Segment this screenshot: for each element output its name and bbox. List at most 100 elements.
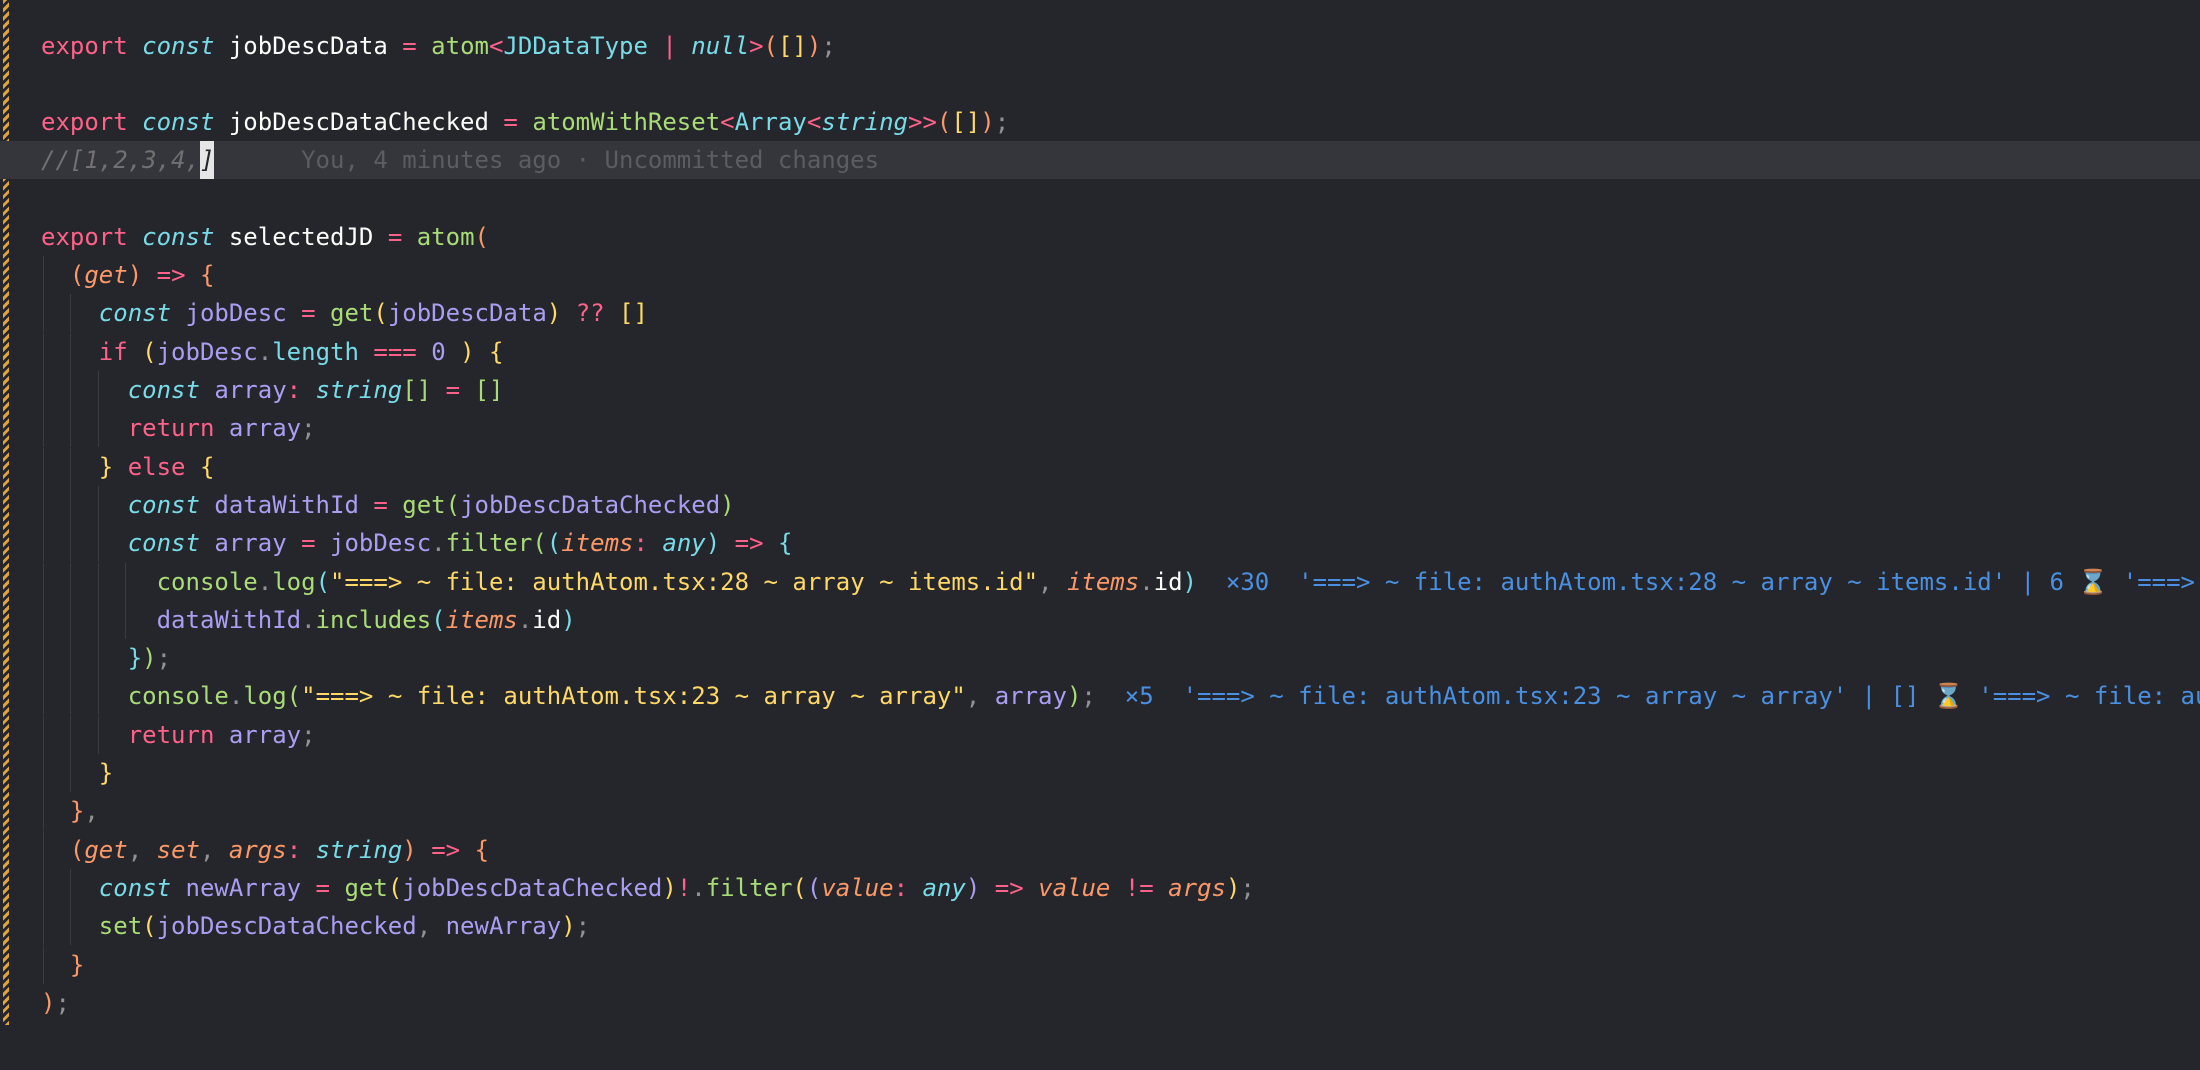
bracket: (	[806, 874, 822, 902]
code-line-23[interactable]: const newArray = get(jobDescDataChecked)…	[0, 869, 2200, 907]
function-name: filter	[445, 529, 533, 557]
bracket: )	[1066, 682, 1082, 710]
bracket: )	[980, 108, 995, 136]
code-editor[interactable]: export const jobDescData = atom<JDDataTy…	[0, 0, 2200, 1070]
parameter: items	[561, 529, 634, 557]
code-line-3[interactable]: export const jobDescDataChecked = atomWi…	[0, 103, 2200, 141]
bracket: []	[777, 32, 807, 60]
operator: !	[676, 874, 692, 902]
punctuation: ,	[416, 912, 432, 940]
operator: =	[402, 32, 417, 60]
parameter: items	[1066, 568, 1140, 596]
parameter: get	[84, 836, 128, 864]
property: id	[1153, 568, 1183, 596]
type-name: Array	[734, 108, 807, 136]
keyword: else	[127, 453, 186, 481]
git-blame-annotation[interactable]: You, 4 minutes ago · Uncommitted changes	[301, 146, 879, 174]
identifier: jobDescDataChecked	[460, 491, 721, 519]
bracket: (	[474, 223, 489, 251]
code-line-10[interactable]: const array: string[] = []	[0, 371, 2200, 409]
code-line-25[interactable]: }	[0, 946, 2200, 984]
bracket: (	[532, 529, 547, 557]
code-line-17[interactable]: });	[0, 639, 2200, 677]
function-name: filter	[705, 874, 793, 902]
code-line-14[interactable]: const array = jobDesc.filter((items: any…	[0, 524, 2200, 562]
operator: :	[286, 376, 302, 404]
bracket: []	[402, 376, 432, 404]
code-line-12[interactable]: } else {	[0, 448, 2200, 486]
bracket: (	[546, 529, 562, 557]
operator: <	[488, 32, 504, 60]
code-line-6[interactable]: export const selectedJD = atom(	[0, 218, 2200, 256]
type-name: string	[315, 376, 403, 404]
identifier: jobDesc	[156, 338, 258, 366]
code-line-22[interactable]: (get, set, args: string) => {	[0, 831, 2200, 869]
code-line-7[interactable]: (get) => {	[0, 256, 2200, 294]
bracket: )	[561, 606, 576, 634]
bracket: {	[474, 836, 490, 864]
operator: |	[662, 32, 677, 60]
bracket: (	[763, 32, 778, 60]
code-line-20[interactable]: }	[0, 754, 2200, 792]
operator: ??	[575, 299, 605, 327]
code-line-1[interactable]: export const jobDescData = atom<JDDataTy…	[0, 27, 2200, 65]
code-line-19[interactable]: return array;	[0, 716, 2200, 754]
bracket: )	[142, 644, 157, 672]
code-line-9[interactable]: if (jobDesc.length === 0 ) {	[0, 333, 2200, 371]
parameter: set	[156, 836, 200, 864]
code-line-4-current[interactable]: //[1,2,3,4,] You, 4 minutes ago · Uncomm…	[0, 141, 2200, 179]
bracket: (	[373, 299, 388, 327]
operator: >>	[908, 108, 937, 136]
bracket: )	[1182, 568, 1197, 596]
operator: :	[633, 529, 648, 557]
code-line-16[interactable]: dataWithId.includes(items.id)	[0, 601, 2200, 639]
code-line-21[interactable]: },	[0, 792, 2200, 830]
code-line-26[interactable]: );	[0, 984, 2200, 1022]
code-line-18[interactable]: console.log("===> ~ file: authAtom.tsx:2…	[0, 677, 2200, 715]
identifier: jobDescDataChecked	[402, 874, 663, 902]
code-line-13[interactable]: const dataWithId = get(jobDescDataChecke…	[0, 486, 2200, 524]
parameter: get	[84, 261, 128, 289]
punctuation: .	[257, 568, 273, 596]
type-name: string	[821, 108, 909, 136]
type-name: any	[922, 874, 966, 902]
keyword: export	[41, 32, 128, 60]
bracket: (	[69, 261, 85, 289]
code-line-11[interactable]: return array;	[0, 409, 2200, 447]
bracket: }	[98, 759, 114, 787]
bracket: }	[127, 644, 143, 672]
identifier: array	[214, 529, 287, 557]
punctuation: ;	[1240, 874, 1255, 902]
operator: =	[373, 491, 388, 519]
storage: const	[98, 299, 172, 327]
function-name: get	[330, 299, 374, 327]
operator: =>	[734, 529, 764, 557]
identifier: newArray	[445, 912, 562, 940]
punctuation: ,	[1038, 568, 1053, 596]
identifier: dataWithId	[156, 606, 302, 634]
bracket: }	[69, 797, 85, 825]
storage: const	[142, 32, 215, 60]
code-line-8[interactable]: const jobDesc = get(jobDescData) ?? []	[0, 294, 2200, 332]
bracket: {	[489, 338, 504, 366]
punctuation: .	[257, 338, 273, 366]
bracket: )	[662, 874, 677, 902]
console-log-inline-value[interactable]: ×5 '===> ~ file: authAtom.tsx:23 ~ array…	[1125, 682, 2200, 710]
type-name: JDDataType	[503, 32, 648, 60]
bracket: {	[778, 529, 793, 557]
keyword: return	[127, 721, 215, 749]
bracket: (	[142, 912, 157, 940]
operator: =	[301, 299, 316, 327]
bracket: }	[69, 951, 85, 979]
bracket: }	[98, 453, 114, 481]
identifier: selectedJD	[228, 223, 374, 251]
code-line-24[interactable]: set(jobDescDataChecked, newArray);	[0, 907, 2200, 945]
identifier: jobDescData	[387, 299, 547, 327]
keyword: export	[41, 108, 128, 136]
bracket: {	[199, 261, 215, 289]
bracket: []	[474, 376, 504, 404]
operator: <	[806, 108, 822, 136]
code-line-15[interactable]: console.log("===> ~ file: authAtom.tsx:2…	[0, 563, 2200, 601]
bracket: )	[965, 874, 981, 902]
console-log-inline-value[interactable]: ×30 '===> ~ file: authAtom.tsx:28 ~ arra…	[1226, 568, 2200, 596]
